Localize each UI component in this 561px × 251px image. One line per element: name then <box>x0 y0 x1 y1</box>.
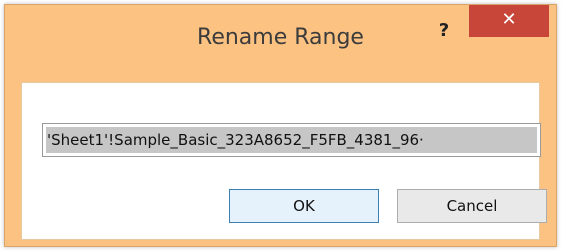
close-icon: ✕ <box>501 9 517 30</box>
cancel-button[interactable]: Cancel <box>397 189 547 223</box>
help-button[interactable]: ? <box>430 17 458 45</box>
title-bar[interactable]: Rename Range ? ✕ <box>5 5 556 79</box>
rename-range-dialog: Rename Range ? ✕ 'Sheet1'!Sample_Basic_3… <box>4 4 557 247</box>
range-name-input[interactable]: 'Sheet1'!Sample_Basic_323A8652_F5FB_4381… <box>42 123 541 157</box>
range-name-value: 'Sheet1'!Sample_Basic_323A8652_F5FB_4381… <box>46 127 537 153</box>
dialog-body: 'Sheet1'!Sample_Basic_323A8652_F5FB_4381… <box>21 82 547 240</box>
close-button[interactable]: ✕ <box>469 5 549 37</box>
ok-button[interactable]: OK <box>229 189 379 223</box>
